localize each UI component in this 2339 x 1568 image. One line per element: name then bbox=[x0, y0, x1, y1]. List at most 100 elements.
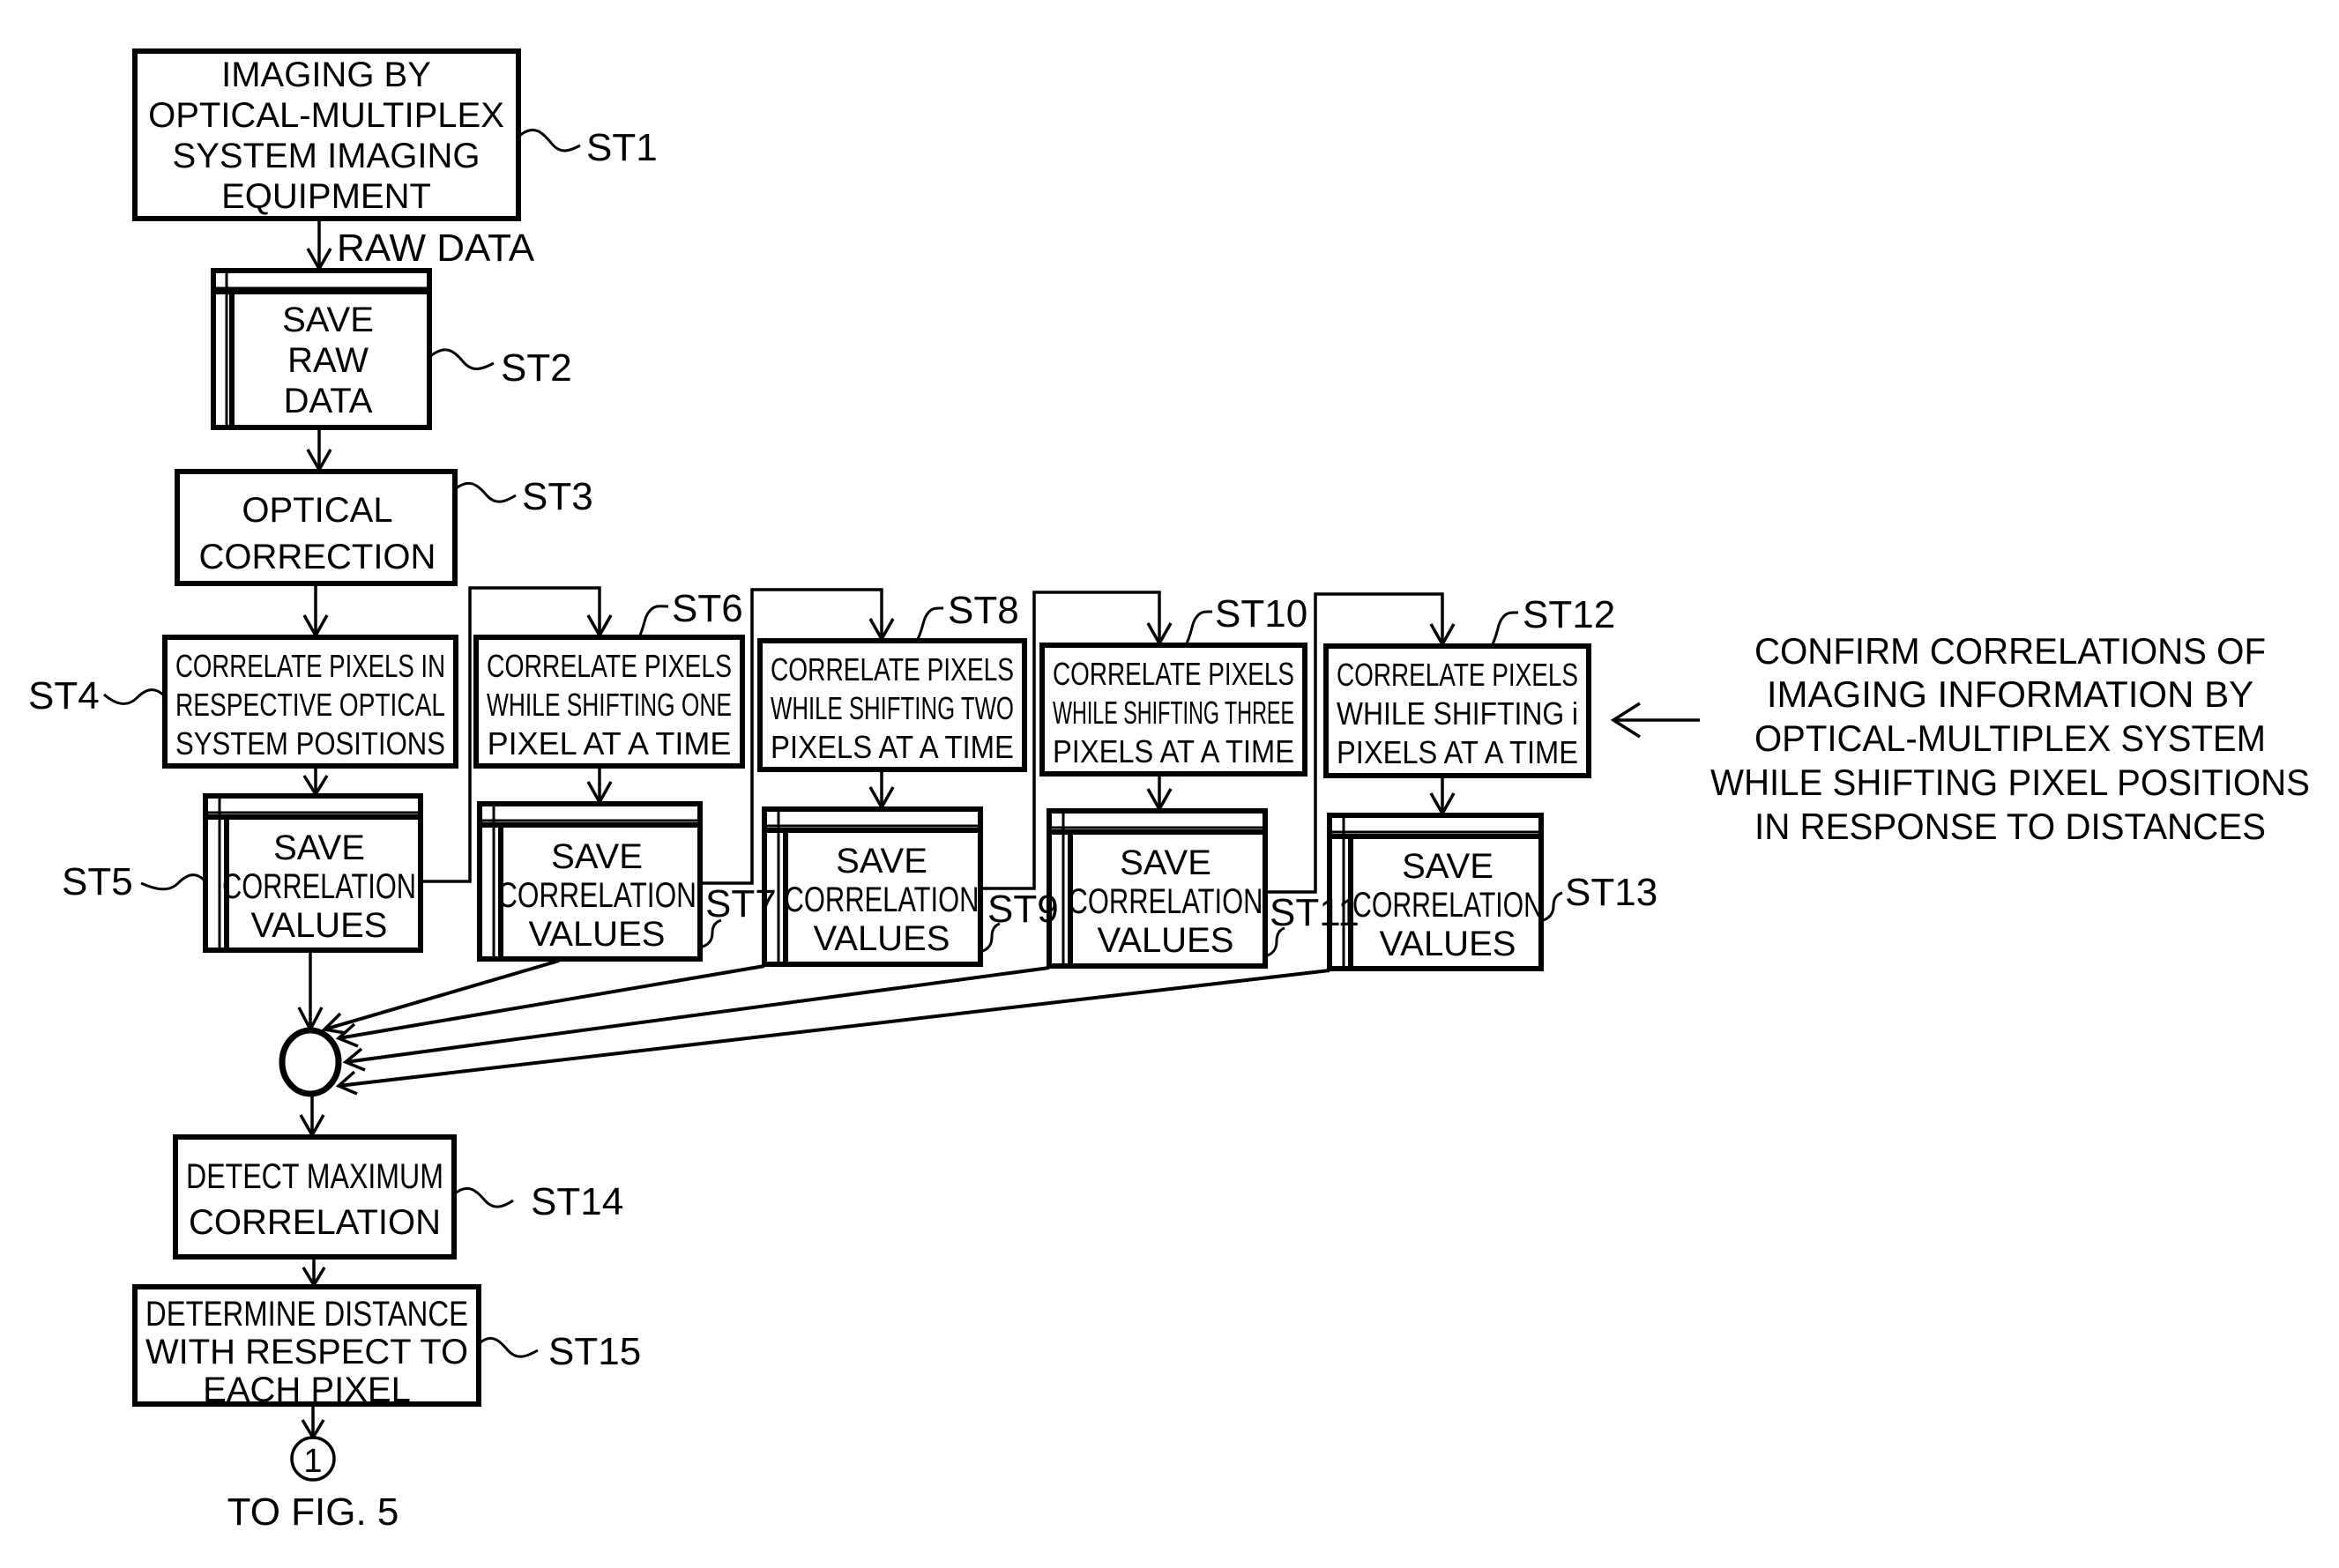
step-label-st2: ST2 bbox=[501, 346, 572, 390]
annotation-line: IN RESPONSE TO DISTANCES bbox=[1754, 806, 2266, 847]
annotation-line: OPTICAL-MULTIPLEX SYSTEM bbox=[1754, 717, 2266, 759]
step-text-line: CORRELATION bbox=[1069, 882, 1263, 921]
step-label-st1: ST1 bbox=[586, 126, 658, 169]
step-st15: DETERMINE DISTANCE WITH RESPECT TO EACH … bbox=[132, 1284, 481, 1409]
step-label-st3: ST3 bbox=[522, 475, 593, 518]
step-st6: CORRELATE PIXELS WHILE SHIFTING ONE PIXE… bbox=[473, 635, 745, 769]
step-text-line: CORRELATE PIXELS bbox=[1053, 656, 1294, 692]
annotation-line: IMAGING INFORMATION BY bbox=[1767, 673, 2253, 715]
step-text-line: CORRELATION bbox=[785, 881, 980, 919]
leader-line bbox=[637, 605, 669, 638]
step-st10: CORRELATE PIXELS WHILE SHIFTING THREE PI… bbox=[1039, 643, 1307, 777]
step-text-line: CORRECTION bbox=[199, 538, 436, 576]
flowchart-figure: IMAGING BY OPTICAL-MULTIPLEX SYSTEM IMAG… bbox=[0, 0, 2339, 1564]
step-text-line: VALUES bbox=[814, 919, 950, 958]
step-text-line: RESPECTIVE OPTICAL bbox=[175, 687, 445, 723]
step-label-st8: ST8 bbox=[948, 589, 1019, 632]
leader-line bbox=[103, 688, 167, 705]
step-text-line: VALUES bbox=[251, 906, 388, 945]
step-label-st4: ST4 bbox=[28, 674, 100, 717]
step-text-line: SAVE bbox=[273, 829, 365, 867]
leader-line bbox=[454, 481, 517, 503]
step-text-line: CORRELATION bbox=[222, 867, 416, 906]
step-text-line: SAVE bbox=[836, 842, 927, 881]
step-st12: CORRELATE PIXELS WHILE SHIFTING i PIXELS… bbox=[1323, 643, 1591, 778]
step-text-line: VALUES bbox=[529, 915, 666, 954]
step-st8: CORRELATE PIXELS WHILE SHIFTING TWO PIXE… bbox=[757, 638, 1027, 772]
offpage-connector: 1 TO FIG. 5 bbox=[227, 1436, 399, 1534]
leader-line bbox=[477, 1336, 539, 1358]
step-text-line: CORRELATION bbox=[1352, 886, 1543, 925]
flowchart-svg: IMAGING BY OPTICAL-MULTIPLEX SYSTEM IMAG… bbox=[28, 48, 2310, 1534]
step-text-line: WITH RESPECT TO bbox=[145, 1333, 468, 1371]
step-text-line: CORRELATE PIXELS bbox=[1337, 657, 1578, 693]
step-label-st11: ST11 bbox=[1270, 891, 1359, 934]
step-label-st7: ST7 bbox=[705, 882, 777, 925]
step-st1: IMAGING BY OPTICAL-MULTIPLEX SYSTEM IMAG… bbox=[132, 48, 521, 221]
leader-line bbox=[140, 873, 207, 891]
step-text-line: DETERMINE DISTANCE bbox=[145, 1295, 468, 1334]
step-text-line: RAW bbox=[287, 341, 369, 380]
step-label-st9: ST9 bbox=[987, 888, 1059, 931]
step-label-st5: ST5 bbox=[62, 860, 133, 903]
step-text-line: CORRELATION bbox=[497, 876, 696, 915]
step-text-line: SAVE bbox=[551, 837, 643, 876]
step-text-line: EACH PIXEL bbox=[203, 1371, 411, 1409]
leader-line bbox=[1490, 611, 1519, 647]
annotation-line: CONFIRM CORRELATIONS OF bbox=[1754, 630, 2266, 672]
leader-line bbox=[1540, 891, 1563, 923]
step-text-line: DETECT MAXIMUM bbox=[186, 1157, 443, 1196]
step-text-line: CORRELATION bbox=[189, 1203, 441, 1242]
connector-caption: TO FIG. 5 bbox=[227, 1490, 399, 1534]
step-text-line: WHILE SHIFTING i bbox=[1337, 695, 1578, 732]
leader-line bbox=[1184, 610, 1213, 646]
step-text-line: IMAGING BY bbox=[221, 56, 431, 94]
edge-label-raw-data: RAW DATA bbox=[337, 227, 535, 270]
step-text-line: WHILE SHIFTING ONE bbox=[487, 687, 732, 723]
step-label-st6: ST6 bbox=[672, 587, 743, 630]
step-text-line: CORRELATE PIXELS bbox=[771, 651, 1014, 687]
step-st14: DETECT MAXIMUM CORRELATION bbox=[173, 1134, 457, 1260]
step-text-line: CORRELATE PIXELS IN bbox=[175, 648, 445, 684]
step-text-line: EQUIPMENT bbox=[221, 177, 431, 216]
leader-line bbox=[915, 606, 944, 642]
step-st9: SAVE CORRELATION VALUES bbox=[762, 806, 983, 967]
step-text-line: SAVE bbox=[1402, 847, 1494, 886]
step-label-st14: ST14 bbox=[531, 1180, 623, 1223]
leader-line bbox=[453, 1186, 514, 1208]
step-st13: SAVE CORRELATION VALUES bbox=[1327, 813, 1544, 971]
annotation: CONFIRM CORRELATIONS OF IMAGING INFORMAT… bbox=[1610, 630, 2310, 847]
step-text-line: SAVE bbox=[282, 301, 374, 339]
step-st2: SAVE RAW DATA bbox=[211, 268, 432, 430]
step-text-line: VALUES bbox=[1098, 921, 1234, 960]
step-text-line: DATA bbox=[284, 382, 373, 420]
step-st4: CORRELATE PIXELS IN RESPECTIVE OPTICAL S… bbox=[162, 635, 458, 769]
fan-line-st13 bbox=[338, 969, 1330, 1088]
step-label-st10: ST10 bbox=[1215, 592, 1307, 635]
connector-number: 1 bbox=[303, 1443, 322, 1480]
step-text-line: PIXEL AT A TIME bbox=[488, 725, 732, 762]
step-st11: SAVE CORRELATION VALUES bbox=[1047, 808, 1268, 969]
fan-line-st9 bbox=[338, 964, 765, 1040]
step-st7: SAVE CORRELATION VALUES bbox=[477, 801, 703, 962]
step-label-st12: ST12 bbox=[1523, 593, 1615, 636]
leader-line bbox=[518, 128, 581, 152]
step-text-line: WHILE SHIFTING TWO bbox=[771, 690, 1014, 726]
step-text-line: VALUES bbox=[1380, 925, 1516, 963]
merge-node-circle bbox=[279, 1027, 342, 1097]
step-text-line: OPTICAL bbox=[242, 491, 392, 530]
step-text-line: PIXELS AT A TIME bbox=[1337, 734, 1578, 770]
step-st5: SAVE CORRELATION VALUES bbox=[203, 793, 423, 953]
step-label-st13: ST13 bbox=[1565, 871, 1657, 914]
step-text-line: CORRELATE PIXELS bbox=[487, 648, 732, 684]
step-text-line: SYSTEM IMAGING bbox=[173, 137, 480, 175]
leader-line bbox=[428, 348, 495, 370]
step-st3: OPTICAL CORRECTION bbox=[175, 469, 458, 586]
step-text-line: PIXELS AT A TIME bbox=[771, 729, 1014, 765]
step-text-line: PIXELS AT A TIME bbox=[1053, 733, 1294, 769]
step-label-st15: ST15 bbox=[548, 1330, 641, 1373]
step-text-line: SAVE bbox=[1120, 843, 1211, 882]
step-text-line: OPTICAL-MULTIPLEX bbox=[148, 96, 504, 135]
merge-fan-in bbox=[321, 959, 1330, 1096]
annotation-line: WHILE SHIFTING PIXEL POSITIONS bbox=[1710, 762, 2310, 803]
